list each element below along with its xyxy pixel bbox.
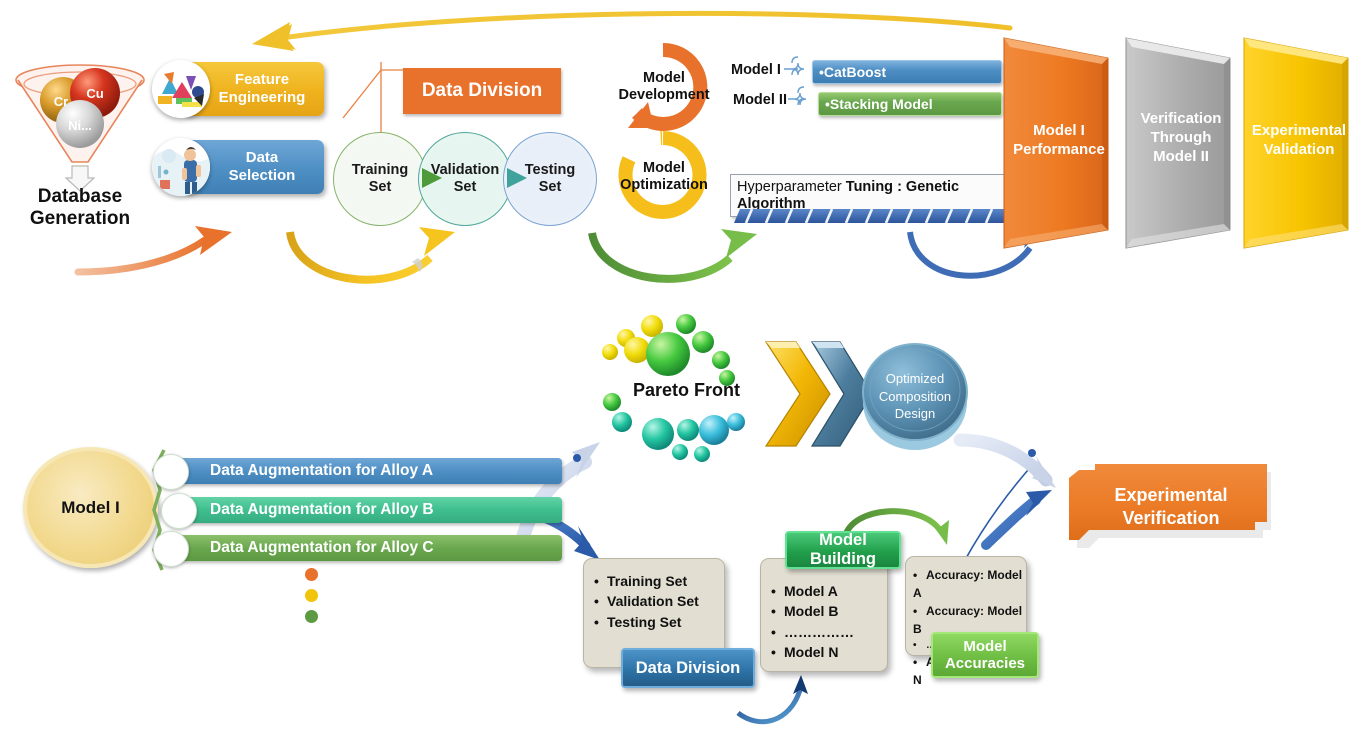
augmentation-label-alloy-b: Data Augmentation for Alloy B [210, 501, 434, 518]
list-item: …………… [771, 622, 887, 642]
person-icon [152, 138, 210, 196]
catboost-bar[interactable]: •CatBoost [812, 60, 1002, 84]
experimental-verification-label: Experimental Verification [1114, 485, 1228, 529]
data-division-header: Data Division [403, 68, 561, 114]
svg-text:Ni...: Ni... [68, 118, 92, 133]
list-item: Model N [771, 642, 887, 662]
hatched-progress-bar [734, 208, 1012, 224]
data-division-header-label: Data Division [421, 80, 543, 101]
feature-engineering-label: Feature Engineering [218, 71, 306, 106]
tag-model-accuracies[interactable]: Model Accuracies [931, 632, 1039, 678]
experimental-verification-banner[interactable]: Experimental Verification [1053, 452, 1313, 552]
list-item: Accuracy: Model A [913, 566, 1026, 602]
venn-flow-arrows [422, 168, 527, 188]
pareto-front-label: Pareto Front [633, 380, 741, 400]
augmentation-label-alloy-a: Data Augmentation for Alloy A [210, 462, 434, 479]
list-item: Model B [771, 601, 887, 621]
stacking-model-label: •Stacking Model [825, 96, 933, 112]
optimized-composition-disc[interactable]: Optimized Composition Design [860, 340, 970, 452]
augmentation-knob-a [153, 454, 189, 490]
model-i-ellipse[interactable]: Model I [23, 447, 158, 568]
model-optimization-label: Model Optimization [620, 160, 708, 193]
model-i-ellipse-label: Model I [61, 497, 120, 517]
ellipsis-dot-1 [305, 568, 318, 581]
database-generation-text-l1: Database [37, 186, 123, 207]
plate-experimental-validation-label: Experimental Validation [1251, 122, 1347, 158]
diagram-canvas: Cr Cu Ni... Database Generation Feature … [0, 0, 1357, 752]
augmentation-bar-alloy-c[interactable]: Data Augmentation for Alloy C [168, 535, 562, 561]
database-generation-text-l2: Generation [29, 207, 131, 229]
list-item: Training Set [594, 571, 724, 591]
plate-experimental-validation[interactable]: Experimental Validation [1240, 30, 1357, 250]
ellipsis-dot-3 [305, 610, 318, 623]
svg-text:Cu: Cu [86, 86, 103, 101]
stacking-model-bar[interactable]: •Stacking Model [818, 92, 1002, 116]
augmentation-label-alloy-c: Data Augmentation for Alloy C [210, 539, 434, 556]
model-i-label: Model I [731, 62, 781, 78]
svg-text:Cr: Cr [54, 94, 68, 109]
augmentation-knob-b [161, 493, 197, 529]
tag-data-division-label: Data Division [635, 658, 741, 677]
model-development-label: Model Development [618, 70, 710, 103]
tag-model-accuracies-label: Model Accuracies [944, 637, 1026, 672]
arrow-selection-to-division [286, 227, 455, 284]
arrow-to-experimental-verification [953, 433, 1056, 550]
list-item: Validation Set [594, 591, 724, 611]
model-ii-label: Model II [733, 92, 787, 108]
plate-verification-through-model-ii[interactable]: Verification Through Model II [1122, 30, 1240, 250]
ellipsis-dot-2 [305, 589, 318, 602]
augmentation-knob-c [153, 531, 189, 567]
tag-model-building-label: Model Building [810, 531, 876, 568]
list-item: Testing Set [594, 612, 724, 632]
plate-model-i-performance[interactable]: Model I Performance [1000, 30, 1118, 250]
data-selection-item[interactable]: Data Selection [152, 138, 324, 196]
note-model-building: Model A Model B …………… Model N [760, 558, 888, 672]
shapes-icon [152, 60, 210, 118]
data-selection-label: Data Selection [228, 149, 296, 184]
catboost-label: •CatBoost [819, 64, 887, 80]
note-data-division-list: Training Set Validation Set Testing Set [584, 559, 724, 632]
tag-data-division[interactable]: Data Division [621, 648, 755, 688]
arrow-database-to-features [74, 226, 232, 276]
plate-model-i-performance-label: Model I Performance [1013, 122, 1105, 158]
database-generation-label: Database Generation [0, 186, 165, 230]
augmentation-bar-alloy-a[interactable]: Data Augmentation for Alloy A [168, 458, 562, 484]
augmentation-bar-alloy-b[interactable]: Data Augmentation for Alloy B [168, 497, 562, 523]
feature-engineering-item[interactable]: Feature Engineering [152, 60, 324, 118]
plate-verification-label: Verification Through Model II [1140, 110, 1222, 165]
optimized-composition-label: Optimized Composition Design [878, 371, 952, 422]
database-funnel-icon: Cr Cu Ni... [10, 58, 150, 193]
list-item: Model A [771, 581, 887, 601]
arrow-division-to-optimization [588, 229, 757, 283]
note-model-building-list: Model A Model B …………… Model N [761, 559, 887, 662]
hyperparameter-plain: Hyperparameter [737, 179, 846, 195]
tag-model-building[interactable]: Model Building [785, 531, 901, 569]
